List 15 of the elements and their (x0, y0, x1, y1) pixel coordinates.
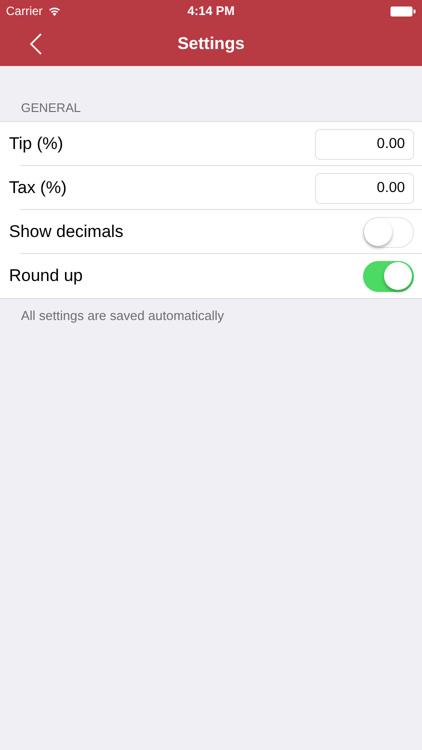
row-label: Round up (9, 266, 83, 286)
input-field[interactable]: 0.00 (315, 128, 414, 160)
row-label: Tax (%) (9, 178, 67, 198)
toggle-switch[interactable] (363, 260, 414, 292)
section-header: GENERAL (20, 100, 82, 117)
wifi-icon (48, 6, 61, 16)
carrier-name: Carrier (6, 4, 43, 18)
row-label: Show decimals (9, 222, 124, 242)
battery-icon (390, 6, 416, 16)
section-footer: All settings are saved automatically (0, 299, 422, 323)
input-field[interactable]: 0.00 (315, 172, 414, 204)
screen-title: Settings (177, 34, 245, 54)
status-time: 4:14 PM (187, 4, 235, 18)
row-label: Tip (%) (9, 134, 64, 154)
back-icon[interactable] (30, 33, 42, 55)
